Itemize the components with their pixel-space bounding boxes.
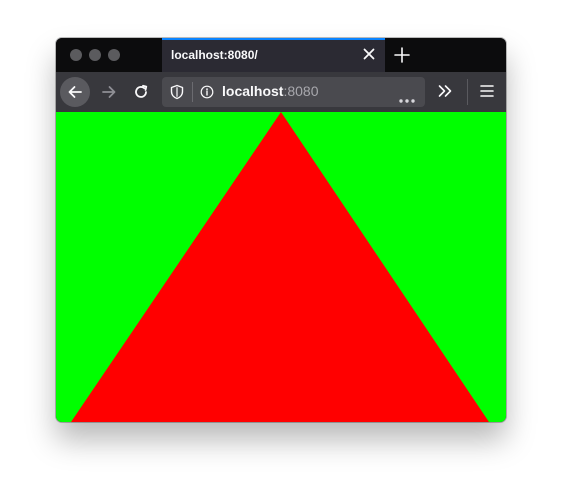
reload-icon (135, 84, 148, 98)
more-horizontal-icon[interactable] (399, 90, 415, 103)
chevron-double-right-icon[interactable] (436, 82, 454, 100)
shield-icon[interactable] (169, 84, 185, 105)
close-icon[interactable] (361, 46, 377, 62)
toolbar-divider (467, 79, 468, 105)
url-port: :8080 (283, 83, 319, 99)
plus-icon[interactable] (392, 45, 412, 65)
zoom-window-dot[interactable] (108, 49, 120, 61)
back-button[interactable] (60, 77, 90, 107)
tab-active[interactable]: localhost:8080/ (162, 38, 385, 72)
minimize-window-dot[interactable] (89, 49, 101, 61)
hamburger-menu-icon[interactable] (479, 84, 495, 98)
url-separator (192, 82, 193, 102)
tab-title: localhost:8080/ (171, 48, 258, 62)
forward-button[interactable] (94, 77, 124, 107)
url-text[interactable]: localhost:8080 (222, 83, 319, 99)
url-bar[interactable]: localhost:8080 (162, 77, 425, 107)
arrow-right-icon (102, 86, 116, 98)
info-icon[interactable] (200, 85, 214, 104)
close-window-dot[interactable] (70, 49, 82, 61)
tab-strip: localhost:8080/ (56, 38, 506, 72)
url-host: localhost (222, 83, 284, 99)
arrow-left-icon (68, 86, 82, 98)
navigation-toolbar: localhost:8080 (56, 72, 506, 112)
page-viewport[interactable] (56, 112, 506, 422)
render-canvas[interactable] (56, 112, 506, 422)
reload-button[interactable] (126, 77, 156, 107)
browser-window: localhost:8080/ localhost:8080 (56, 38, 506, 422)
